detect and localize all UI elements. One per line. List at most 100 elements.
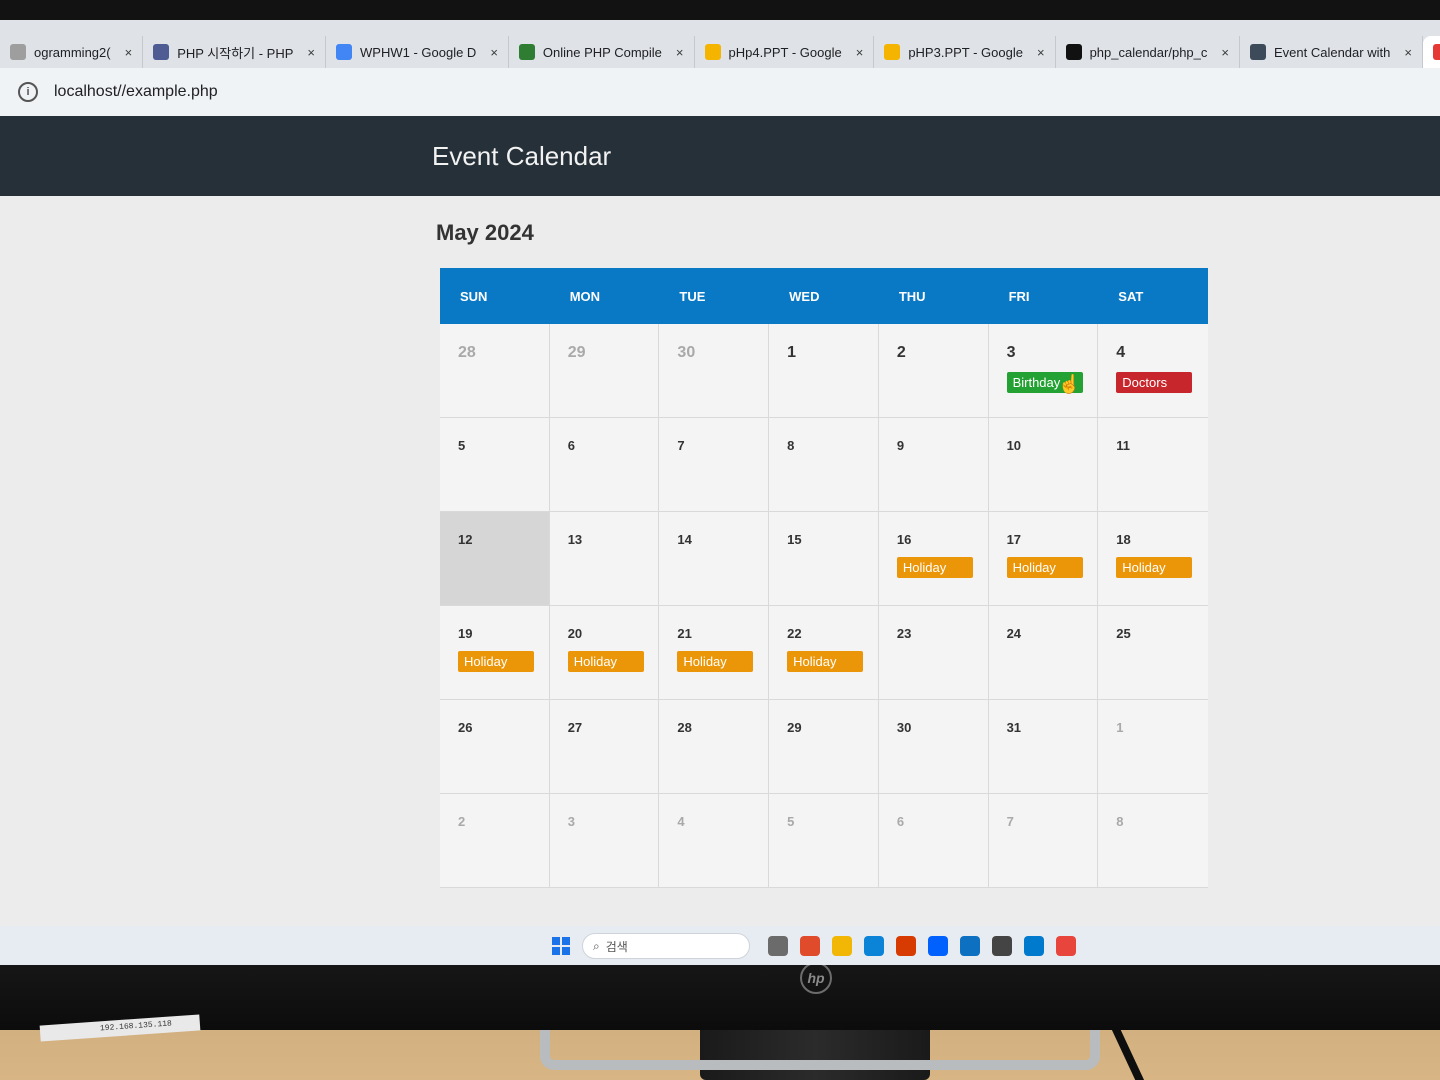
day-cell[interactable]: 30 — [878, 700, 989, 794]
day-cell[interactable]: 20 Holiday — [549, 606, 660, 700]
day-cell[interactable]: 4 Doctors — [1098, 324, 1208, 418]
day-cell[interactable]: 8 — [1098, 794, 1208, 888]
hand-cursor-icon: ☝ — [1058, 374, 1081, 394]
taskbar-app-icon[interactable] — [896, 936, 916, 956]
day-number: 7 — [1006, 814, 1014, 829]
day-cell[interactable]: 8 — [769, 418, 879, 512]
taskbar-app-icon[interactable] — [832, 936, 852, 956]
tab-close-icon[interactable]: × — [856, 45, 864, 60]
tab-close-icon[interactable]: × — [1221, 45, 1229, 60]
day-cell[interactable]: 11 — [1098, 418, 1208, 512]
day-cell[interactable]: 19 Holiday — [440, 606, 550, 700]
browser-tab[interactable]: pHp4.PPT - Google × — [695, 36, 875, 68]
tab-title: Online PHP Compile — [542, 44, 662, 60]
browser-tab[interactable]: ogramming2(× — [0, 36, 144, 68]
windows-start-icon[interactable] — [552, 937, 570, 955]
site-info-icon[interactable]: i — [18, 82, 38, 102]
weekday-label: SUN — [460, 288, 488, 304]
day-cell[interactable]: 3 — [549, 794, 660, 888]
day-cell[interactable]: 30 — [659, 324, 770, 418]
day-cell[interactable]: 6 — [878, 794, 989, 888]
browser-tab[interactable]: Event Calendar with × — [1240, 36, 1423, 68]
day-number: 28 — [677, 720, 692, 735]
tab-title: Event Calendar with — [1273, 44, 1391, 60]
event-badge[interactable]: Doctors — [1116, 372, 1193, 393]
day-number: 17 — [1006, 532, 1022, 547]
day-number: 5 — [787, 814, 795, 829]
address-bar[interactable]: i localhost//example.php — [0, 68, 1440, 116]
day-cell[interactable]: 2 — [440, 794, 550, 888]
day-cell[interactable]: 2 — [878, 324, 989, 418]
day-cell[interactable]: 21 Holiday — [659, 606, 770, 700]
day-cell[interactable]: 1 — [769, 324, 879, 418]
navbar-brand[interactable]: Event Calendar — [432, 141, 611, 172]
event-badge[interactable]: Holiday — [567, 651, 644, 672]
tab-favicon-icon — [336, 44, 353, 60]
browser-tab[interactable]: Event Calendar — [1422, 36, 1440, 68]
browser-tab-bar: ogramming2(× PHP 시작하기 - PHP × WPHW1 - Googl… — [0, 20, 1440, 68]
day-cell[interactable]: 7 — [659, 418, 770, 512]
taskbar-app-icon[interactable] — [1024, 936, 1044, 956]
taskbar-app-icon[interactable] — [864, 936, 884, 956]
day-cell[interactable]: 5 — [440, 418, 550, 512]
day-cell[interactable]: 13 — [549, 512, 660, 606]
browser-tab[interactable]: WPHW1 - Google D × — [326, 36, 509, 68]
taskbar-app-icon[interactable] — [960, 936, 980, 956]
tab-title: php_calendar/php_c — [1089, 44, 1208, 60]
event-badge[interactable]: Holiday — [458, 651, 534, 672]
event-badge[interactable]: Holiday — [1006, 557, 1083, 578]
day-cell[interactable]: 18 Holiday — [1098, 512, 1208, 606]
tab-close-icon[interactable]: × — [490, 45, 498, 60]
browser-tab[interactable]: pHP3.PPT - Google × — [874, 36, 1056, 68]
day-cell[interactable]: 17 Holiday — [988, 512, 1099, 606]
event-badge[interactable]: Holiday — [896, 557, 973, 578]
day-cell[interactable]: 29 — [549, 324, 660, 418]
day-cell[interactable]: 31 — [988, 700, 1099, 794]
event-badge[interactable]: Holiday — [677, 651, 754, 672]
event-badge[interactable]: Holiday — [787, 651, 864, 672]
tab-favicon-icon — [1432, 44, 1440, 60]
day-cell[interactable]: 24 — [988, 606, 1099, 700]
tab-favicon-icon — [518, 44, 535, 60]
browser-tab[interactable]: PHP 시작하기 - PHP × — [143, 36, 327, 68]
day-cell[interactable]: 4 — [659, 794, 770, 888]
day-cell[interactable]: 15 — [769, 512, 879, 606]
day-cell[interactable]: 1 — [1098, 700, 1208, 794]
taskbar-search[interactable]: ⌕ 검색 — [582, 933, 750, 959]
day-cell[interactable]: 7 — [988, 794, 1099, 888]
browser-tab[interactable]: Online PHP Compile × — [509, 36, 695, 68]
day-cell[interactable]: 28 — [659, 700, 770, 794]
day-cell[interactable]: 9 — [878, 418, 989, 512]
event-badge[interactable]: Holiday — [1116, 557, 1193, 578]
day-cell[interactable]: 10 — [988, 418, 1099, 512]
url-text[interactable]: localhost//example.php — [54, 83, 218, 101]
day-number: 30 — [896, 720, 912, 735]
day-cell[interactable]: 29 — [769, 700, 879, 794]
tab-close-icon[interactable]: × — [307, 45, 315, 60]
taskbar-app-icon[interactable] — [768, 936, 788, 956]
taskbar-app-icon[interactable] — [800, 936, 820, 956]
day-cell[interactable]: 3 Birthday — [988, 324, 1099, 418]
day-cell[interactable]: 22 Holiday — [769, 606, 879, 700]
day-cell[interactable]: 27 — [549, 700, 660, 794]
day-cell[interactable]: 5 — [769, 794, 879, 888]
taskbar-app-icon[interactable] — [992, 936, 1012, 956]
day-cell[interactable]: 23 — [878, 606, 989, 700]
day-cell[interactable]: 14 — [659, 512, 770, 606]
day-cell-today[interactable]: 12 — [440, 512, 550, 606]
weekday-header: SUN MON TUE WED THU FRI SAT — [440, 268, 1208, 324]
taskbar-app-icon[interactable] — [928, 936, 948, 956]
day-number: 26 — [458, 720, 473, 735]
tab-close-icon[interactable]: × — [676, 45, 684, 60]
day-cell[interactable]: 28 — [440, 324, 550, 418]
browser-tab[interactable]: php_calendar/php_c × — [1056, 36, 1240, 68]
taskbar-app-icon[interactable] — [1056, 936, 1076, 956]
tab-close-icon[interactable]: × — [125, 45, 133, 60]
tab-close-icon[interactable]: × — [1404, 45, 1412, 60]
tab-close-icon[interactable]: × — [1037, 45, 1045, 60]
month-title: May 2024 — [436, 220, 534, 245]
day-cell[interactable]: 26 — [440, 700, 550, 794]
day-cell[interactable]: 25 — [1098, 606, 1208, 700]
day-cell[interactable]: 16 Holiday — [878, 512, 989, 606]
day-cell[interactable]: 6 — [549, 418, 660, 512]
